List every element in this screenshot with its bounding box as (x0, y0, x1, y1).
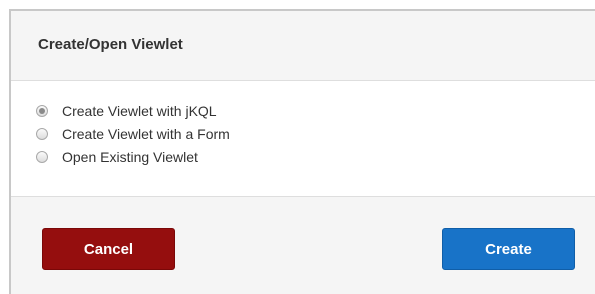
cancel-button[interactable]: Cancel (42, 228, 175, 270)
radio-button[interactable] (36, 151, 48, 163)
radio-button[interactable] (36, 128, 48, 140)
dialog-footer: Cancel Create (11, 197, 595, 294)
option-create-with-form[interactable]: Create Viewlet with a Form (36, 124, 230, 144)
option-label: Open Existing Viewlet (62, 149, 198, 165)
option-label: Create Viewlet with jKQL (62, 103, 217, 119)
create-open-viewlet-dialog: Create/Open Viewlet Create Viewlet with … (9, 9, 595, 294)
create-button[interactable]: Create (442, 228, 575, 270)
radio-button-selected[interactable] (36, 105, 48, 117)
option-create-with-jkql[interactable]: Create Viewlet with jKQL (36, 101, 217, 121)
dialog-title: Create/Open Viewlet (38, 36, 183, 53)
option-open-existing[interactable]: Open Existing Viewlet (36, 147, 198, 167)
dialog-header: Create/Open Viewlet (11, 11, 595, 81)
dialog-body: Create Viewlet with jKQL Create Viewlet … (11, 81, 595, 197)
option-label: Create Viewlet with a Form (62, 126, 230, 142)
